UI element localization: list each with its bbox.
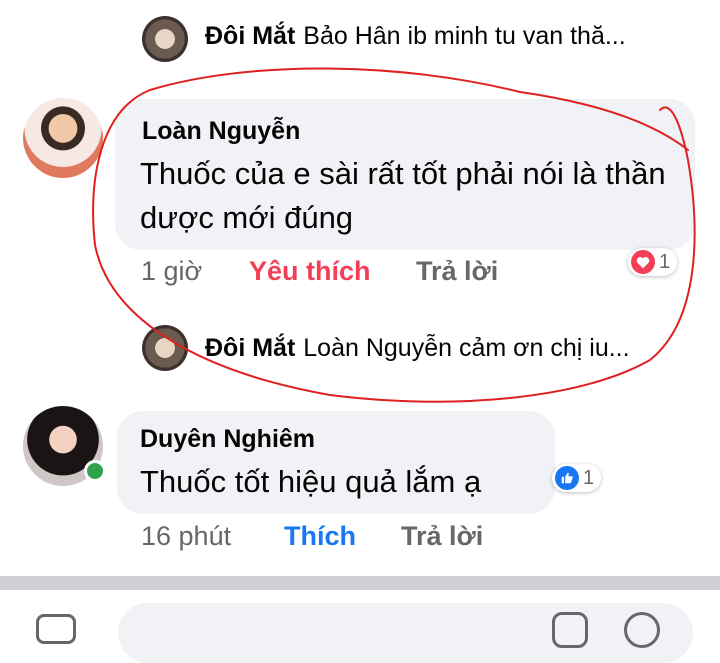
camera-icon[interactable] xyxy=(36,614,76,644)
reaction-count-badge[interactable]: 1 xyxy=(552,464,602,492)
emoji-icon[interactable] xyxy=(552,612,588,648)
like-button[interactable]: Thích xyxy=(284,521,356,552)
annotation-circle xyxy=(92,67,696,403)
comment-time[interactable]: 16 phút xyxy=(141,521,231,552)
sticker-icon[interactable] xyxy=(624,612,660,648)
section-divider xyxy=(0,576,720,590)
comment-author[interactable]: Duyên Nghiêm xyxy=(140,425,315,454)
comment-bubble: Duyên Nghiêm Thuốc tốt hiệu quả lắm ạ xyxy=(117,411,555,514)
online-indicator xyxy=(84,460,106,482)
comment-text: Thuốc tốt hiệu quả lắm ạ xyxy=(140,464,482,499)
reaction-count: 1 xyxy=(583,466,595,489)
comment-input[interactable] xyxy=(118,603,693,663)
reply-button[interactable]: Trả lời xyxy=(401,521,483,552)
like-icon xyxy=(555,466,579,490)
